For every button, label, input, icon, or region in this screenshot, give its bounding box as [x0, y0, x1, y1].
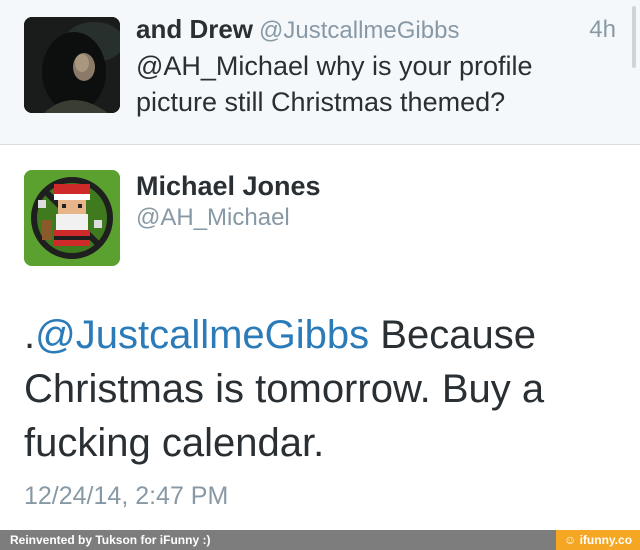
pixel-santa-avatar-image	[24, 170, 120, 266]
main-tweet-timestamp: 12/24/14, 2:47 PM	[24, 482, 229, 510]
drew-avatar[interactable]	[24, 17, 120, 113]
ifunny-brand[interactable]: ☺ ifunny.co	[556, 530, 640, 550]
main-author-name[interactable]: Michael Jones	[136, 171, 321, 202]
reply-tweet-header: and Drew @JustcallmeGibbs 4h	[136, 14, 616, 45]
brand-label: ifunny.co	[579, 533, 633, 547]
reply-tweet[interactable]: and Drew @JustcallmeGibbs 4h @AH_Michael …	[0, 0, 640, 145]
michael-avatar[interactable]	[24, 170, 120, 266]
hooded-figure-avatar-image	[24, 17, 120, 113]
reply-author-handle[interactable]: @JustcallmeGibbs	[259, 17, 459, 44]
reply-tweet-text: @AH_Michael why is your profile picture …	[136, 51, 533, 117]
tweet-text-prefix: .	[24, 313, 36, 357]
smiley-icon: ☺	[564, 533, 580, 547]
reply-timestamp[interactable]: 4h	[589, 16, 616, 44]
main-author-handle[interactable]: @AH_Michael	[136, 204, 290, 232]
reply-author-name[interactable]: and Drew	[136, 14, 253, 44]
main-tweet: Michael Jones @AH_Michael .@JustcallmeGi…	[0, 146, 640, 530]
main-tweet-text: .@JustcallmeGibbs Because Christmas is t…	[24, 308, 624, 470]
mention-link[interactable]: @JustcallmeGibbs	[35, 313, 369, 357]
footer-credit: Reinvented by Tukson for iFunny :)	[10, 533, 211, 547]
watermark-footer: Reinvented by Tukson for iFunny :) ☺ ifu…	[0, 530, 640, 550]
scrollbar-thumb[interactable]	[632, 6, 636, 68]
